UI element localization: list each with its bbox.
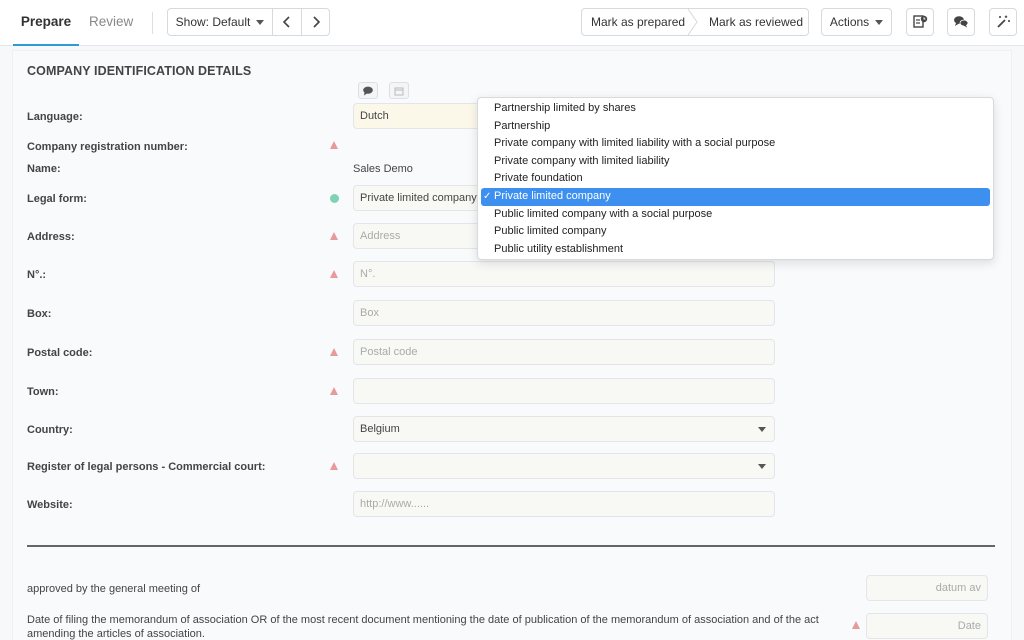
town-label: Town:	[27, 386, 59, 398]
legal-form-option[interactable]: Public limited company with a social pur…	[481, 206, 990, 224]
country-select[interactable]: Belgium	[353, 416, 775, 442]
approved-date-placeholder: datum av	[935, 582, 981, 594]
mark-as-reviewed-button[interactable]: Mark as reviewed	[709, 9, 803, 35]
address-label: Address:	[27, 231, 75, 243]
warning-triangle-icon	[330, 270, 338, 278]
country-value: Belgium	[360, 423, 400, 435]
checkmark-icon: ✓	[483, 190, 492, 202]
document-clock-icon	[913, 15, 928, 28]
name-label: Name:	[27, 163, 61, 175]
language-value: Dutch	[360, 110, 389, 122]
actions-label: Actions	[829, 15, 870, 29]
warning-triangle-icon	[852, 621, 860, 629]
register-select[interactable]	[353, 453, 775, 479]
name-value: Sales Demo	[353, 163, 413, 175]
show-filter-label: Show: Default	[175, 15, 251, 29]
box-input[interactable]: Box	[353, 300, 775, 326]
toolbar-separator	[152, 12, 153, 34]
website-placeholder: http://www......	[360, 498, 430, 510]
tab-prepare[interactable]: Prepare	[13, 0, 79, 46]
legal-form-option[interactable]: Private foundation	[481, 170, 990, 188]
legal-form-option[interactable]: Private company with limited liability	[481, 153, 990, 171]
registration-number-label: Company registration number:	[27, 141, 188, 153]
filing-label-line2: amending the articles of association.	[27, 628, 205, 640]
website-input[interactable]: http://www......	[353, 491, 775, 517]
legal-form-option-label: Partnership limited by shares	[494, 102, 636, 114]
warning-triangle-icon	[330, 232, 338, 240]
legal-form-option[interactable]: ✓ Private limited company	[481, 187, 990, 206]
tab-review[interactable]: Review	[89, 0, 133, 46]
warning-triangle-icon	[330, 348, 338, 356]
chevron-left-icon	[282, 16, 290, 28]
next-button[interactable]	[301, 8, 330, 36]
register-label: Register of legal persons - Commercial c…	[27, 461, 266, 473]
number-label: N°.:	[27, 269, 47, 281]
website-label: Website:	[27, 499, 73, 511]
toolbar: Prepare Review Show: Default Mark as pre…	[0, 0, 1024, 46]
warning-triangle-icon	[330, 141, 338, 149]
calendar-toggle-button[interactable]	[389, 82, 409, 99]
speech-bubble-icon	[363, 86, 373, 96]
magic-wand-icon	[997, 15, 1010, 28]
magic-wand-button[interactable]	[989, 8, 1017, 36]
legal-form-option-label: Public utility establishment	[494, 242, 624, 255]
legal-form-option-label: Private foundation	[494, 172, 583, 185]
language-label: Language:	[27, 111, 83, 123]
postal-code-label: Postal code:	[27, 347, 93, 359]
status-ok-dot-icon	[330, 194, 339, 203]
postal-code-input[interactable]: Postal code	[353, 339, 775, 365]
number-input[interactable]: N°.	[353, 261, 775, 287]
filing-date-placeholder: Date	[957, 620, 981, 632]
legal-form-option-label: Public limited company	[494, 225, 607, 238]
previous-button[interactable]	[272, 8, 302, 36]
mark-as-prepared-button[interactable]: Mark as prepared	[591, 9, 685, 35]
number-placeholder: N°.	[360, 268, 376, 280]
town-input[interactable]	[353, 378, 775, 404]
address-placeholder: Address	[360, 230, 401, 242]
legal-form-option-label: Private company with limited liability	[494, 154, 670, 167]
segment-arrow-divider	[687, 8, 699, 36]
caret-down-icon	[256, 20, 265, 26]
legal-form-option[interactable]: Partnership limited by shares	[481, 100, 990, 118]
section-title: COMPANY IDENTIFICATION DETAILS	[27, 64, 252, 78]
calendar-icon	[394, 87, 404, 96]
chat-bubbles-icon	[954, 16, 969, 28]
legal-form-option[interactable]: Public utility establishment	[481, 241, 990, 259]
filing-label-line1: Date of filing the memorandum of associa…	[27, 614, 819, 626]
legal-form-options-list: Partnership limited by shares Partnership…	[477, 97, 994, 260]
legal-form-option[interactable]: Public limited company	[481, 223, 990, 241]
legal-form-option-label: Private limited company	[494, 189, 611, 202]
actions-dropdown[interactable]: Actions	[821, 8, 892, 36]
country-label: Country:	[27, 424, 73, 436]
section-divider	[27, 545, 995, 547]
comments-button[interactable]	[947, 8, 975, 36]
legal-form-option-label: Private company with limited liability w…	[494, 137, 776, 150]
legal-form-value: Private limited company	[360, 192, 477, 204]
mark-status-group: Mark as prepared Mark as reviewed	[581, 8, 809, 36]
caret-down-icon	[758, 464, 766, 469]
legal-form-label: Legal form:	[27, 193, 87, 205]
chevron-right-icon	[312, 16, 320, 28]
approved-date-input[interactable]: datum av	[866, 575, 988, 601]
show-filter-dropdown[interactable]: Show: Default	[167, 8, 273, 36]
legal-form-option[interactable]: Partnership	[481, 118, 990, 136]
legal-form-option[interactable]: Private company with limited liability w…	[481, 135, 990, 153]
box-label: Box:	[27, 308, 52, 320]
approved-label: approved by the general meeting of	[27, 583, 201, 595]
caret-down-icon	[875, 20, 884, 26]
warning-triangle-icon	[330, 462, 338, 470]
filing-date-input[interactable]: Date	[866, 613, 988, 639]
warning-triangle-icon	[330, 387, 338, 395]
legal-form-option-label: Partnership	[494, 119, 551, 132]
caret-down-icon	[758, 427, 766, 432]
comment-toggle-button[interactable]	[358, 82, 378, 99]
document-history-button[interactable]	[906, 8, 934, 36]
postal-code-placeholder: Postal code	[360, 346, 418, 358]
box-placeholder: Box	[360, 307, 379, 319]
legal-form-option-label: Public limited company with a social pur…	[494, 207, 713, 220]
